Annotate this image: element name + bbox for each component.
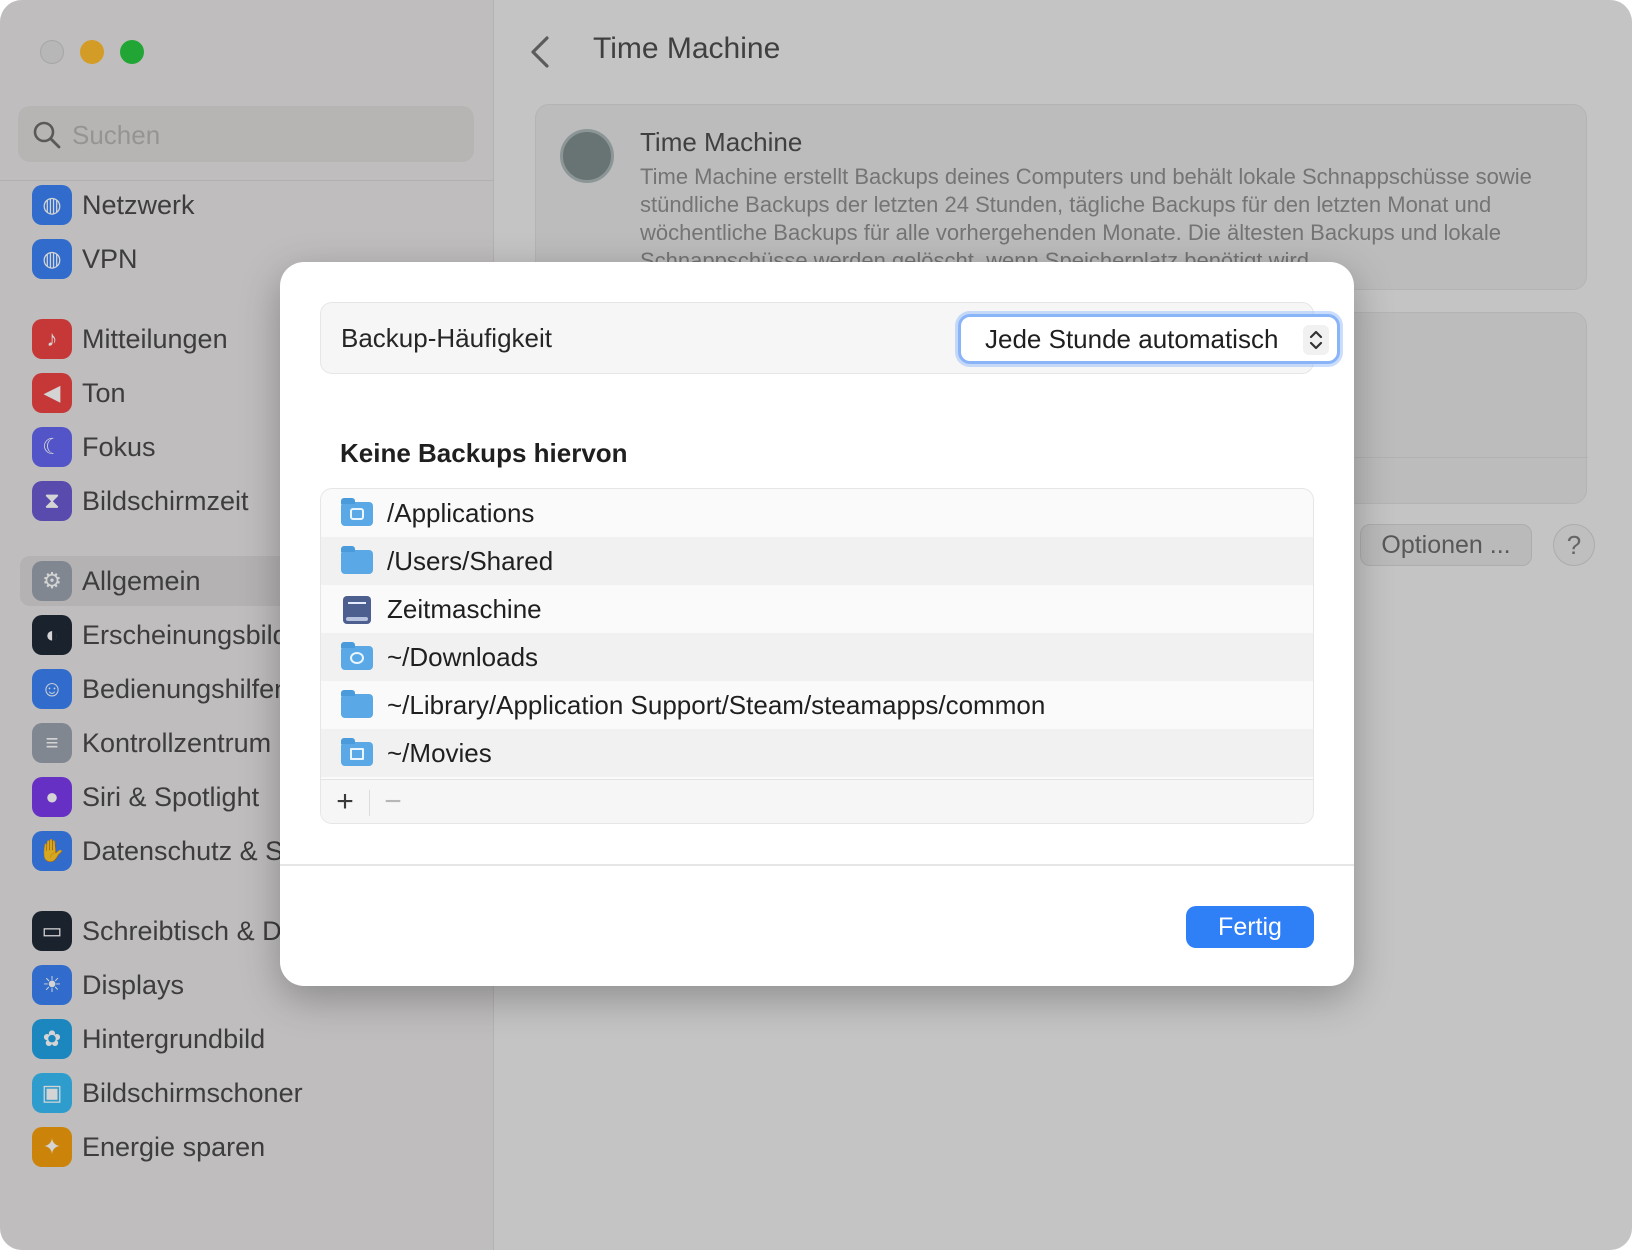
options-sheet: Backup-Häufigkeit Jede Stunde automatisc…	[280, 262, 1354, 986]
exclusion-path: /Applications	[387, 497, 535, 528]
chevron-updown-icon	[1303, 325, 1329, 355]
exclusions-list: /Applications /Users/Shared Zeitmaschine…	[320, 488, 1314, 824]
exclusion-path: ~/Downloads	[387, 641, 539, 672]
list-item[interactable]: ~/Library/Application Support/Steam/stea…	[321, 681, 1313, 729]
exclusion-path: ~/Movies	[387, 737, 492, 768]
movies-folder-icon	[341, 738, 373, 766]
remove-exclusion-button[interactable]: −	[381, 785, 405, 818]
add-exclusion-button[interactable]: +	[333, 785, 357, 818]
list-item[interactable]: Zeitmaschine	[321, 585, 1313, 633]
applications-folder-icon	[341, 498, 373, 526]
backup-frequency-value: Jede Stunde automatisch	[985, 323, 1279, 354]
sheet-divider	[280, 864, 1354, 866]
downloads-folder-icon	[341, 642, 373, 670]
folder-icon	[341, 546, 373, 574]
backup-frequency-select[interactable]: Jede Stunde automatisch	[958, 314, 1340, 364]
disk-icon	[341, 596, 373, 624]
backup-frequency-row: Backup-Häufigkeit Jede Stunde automatisc…	[320, 302, 1340, 374]
list-item[interactable]: ~/Movies	[321, 729, 1313, 777]
backup-frequency-label: Backup-Häufigkeit	[341, 323, 552, 353]
exclusion-path: /Users/Shared	[387, 545, 554, 576]
system-settings-window: Suchen ◍ Netzwerk ◍ VPN ♪ Mitteilungen ◀…	[0, 0, 1632, 1250]
list-item[interactable]: /Applications	[321, 489, 1313, 537]
folder-icon	[341, 690, 373, 718]
exclusion-path: Zeitmaschine	[387, 593, 542, 624]
list-item[interactable]: ~/Downloads	[321, 633, 1313, 681]
exclusion-path: ~/Library/Application Support/Steam/stea…	[387, 689, 1046, 720]
done-button[interactable]: Fertig	[1186, 906, 1314, 948]
exclusions-heading: Keine Backups hiervon	[340, 438, 628, 468]
list-toolbar: + −	[321, 779, 1313, 823]
list-item[interactable]: /Users/Shared	[321, 537, 1313, 585]
toolbar-separator	[369, 790, 370, 816]
